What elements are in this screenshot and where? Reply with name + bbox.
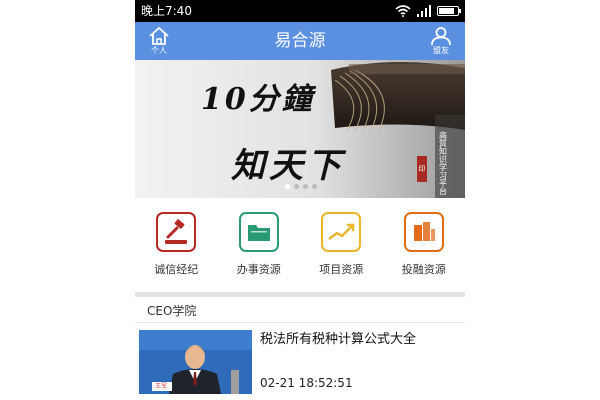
feature-label: 办事资源: [236, 263, 281, 276]
feature-affairs-resources[interactable]: 办事资源: [218, 198, 301, 290]
banner-vertical-text: 高質知识学习平台: [439, 131, 447, 196]
feature-grid: 诚信经纪 办事资源 项目资源 投融资源: [135, 198, 465, 290]
status-time: 晚上7:40: [141, 4, 192, 18]
allies-label: 盟友: [433, 46, 449, 55]
banner-headline-1: 10分鐘: [201, 82, 315, 117]
pager-dot[interactable]: [303, 184, 308, 189]
news-title: 税法所有税种计算公式大全: [260, 332, 417, 347]
news-thumbnail: 王军: [139, 330, 252, 394]
app-title: 易合源: [274, 31, 326, 51]
allies-button[interactable]: 盟友: [419, 24, 463, 58]
feature-investment-financing[interactable]: 投融资源: [383, 198, 466, 290]
nameplate-text: 王军: [155, 383, 168, 390]
gavel-icon: [156, 212, 197, 252]
feature-integrity-brokerage[interactable]: 诚信经纪: [135, 198, 218, 290]
news-date: 02-21 18:52:51: [260, 376, 353, 390]
status-bar: 晚上7:40: [135, 0, 465, 22]
folder-icon: [238, 212, 279, 252]
app-header: 个人 易合源 盟友: [135, 22, 465, 60]
user-icon: [431, 27, 451, 46]
wifi-icon: [395, 5, 411, 17]
feature-label: 投融资源: [401, 263, 446, 276]
banner-seal: 印: [417, 156, 427, 182]
feature-label: 项目资源: [319, 263, 364, 276]
news-list-item[interactable]: 王军 税法所有税种计算公式大全 02-21 18:52:51: [135, 326, 465, 400]
signal-icon: [417, 5, 431, 17]
pager-dot[interactable]: [312, 184, 317, 189]
pager-dot[interactable]: [285, 184, 290, 189]
pager-dot[interactable]: [294, 184, 299, 189]
status-icons: [395, 0, 461, 22]
chart-icon: [321, 212, 362, 252]
banner-headline-2: 知天下: [231, 146, 345, 186]
banner-carousel[interactable]: 10分鐘 知天下 高質知识学习平台 印: [135, 60, 465, 198]
battery-icon: [437, 6, 461, 16]
app-screen: 晚上7:40 个人 易合源 盟友 10分鐘 知天下 高質知识学习平台 印 诚信经…: [135, 0, 465, 400]
feature-project-resources[interactable]: 项目资源: [300, 198, 383, 290]
section-divider: [135, 292, 465, 297]
finance-icon: [403, 212, 444, 252]
feature-label: 诚信经纪: [154, 263, 199, 276]
banner-pager[interactable]: [285, 184, 317, 189]
section-title: CEO学院: [147, 304, 197, 318]
section-underline: [135, 322, 465, 323]
